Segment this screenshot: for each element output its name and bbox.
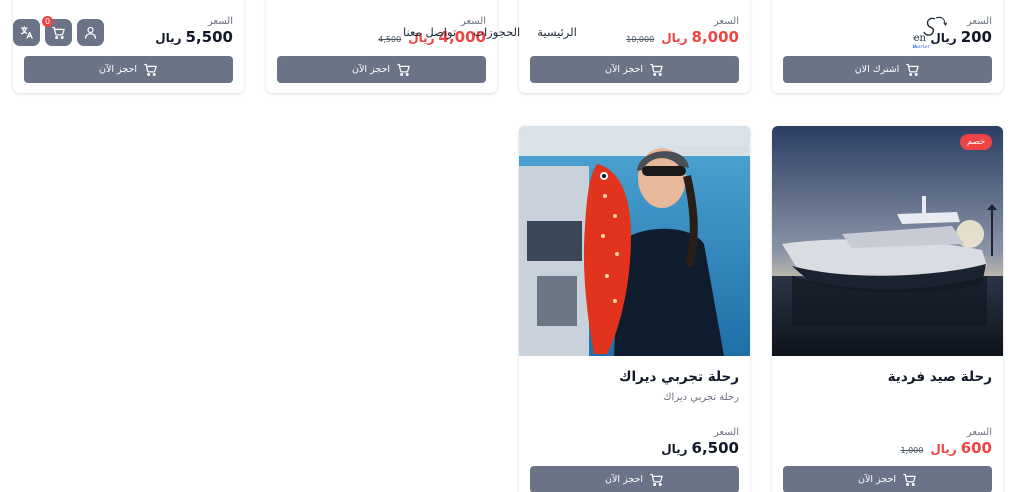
cart-icon <box>906 63 920 77</box>
book-now-button[interactable]: احجز الآن <box>783 466 992 492</box>
old-price: 4,500 <box>378 35 402 44</box>
cart-icon <box>52 26 65 40</box>
book-now-button[interactable]: احجز الآن <box>24 56 233 83</box>
cart-icon <box>144 63 157 77</box>
riyal-icon: ريال <box>661 31 688 45</box>
price-row: 6,500 ريال <box>661 439 739 457</box>
discount-badge: خصم <box>960 134 993 150</box>
product-card: رحلة تجربي ديراك رحلة تجربي ديراك السعر … <box>519 126 750 492</box>
price-value: 600 <box>960 439 992 457</box>
product-card: السعر 5,500 ريال احجز الآن <box>13 0 244 93</box>
old-price: 10,000 <box>626 35 655 44</box>
cart-icon <box>650 473 663 487</box>
price-label: السعر <box>966 16 992 27</box>
card-title[interactable]: رحلة تجربي ديراك <box>619 369 739 385</box>
cart-icon <box>650 63 663 77</box>
header-actions: 0 <box>13 16 104 46</box>
price-value: 200 <box>960 28 992 46</box>
book-now-button[interactable]: احجز الآن <box>530 466 739 492</box>
cart-icon <box>903 473 916 487</box>
product-card: السعر 4,000 ريال 4,500 احجز الآن <box>266 0 497 93</box>
price-value: 5,500 <box>185 28 233 46</box>
nav-bookings[interactable]: الحجوزات <box>473 25 520 39</box>
button-label: اشترك الان <box>854 64 900 75</box>
price-row: 8,000 ريال 10,000 <box>626 28 739 46</box>
cart-icon <box>397 63 410 77</box>
language-button[interactable] <box>13 19 40 46</box>
book-now-button[interactable]: احجز الآن <box>277 56 486 83</box>
riyal-icon: ريال <box>155 31 182 45</box>
old-price: 1,000 <box>900 446 924 455</box>
product-card: السعر 200 ريال اشترك الان <box>772 0 1003 93</box>
cart-count-badge: 0 <box>42 16 53 27</box>
riyal-icon: ريال <box>930 442 957 456</box>
riyal-icon: ريال <box>661 442 688 456</box>
button-label: احجز الآن <box>858 474 896 485</box>
price-value: 8,000 <box>691 28 739 46</box>
button-label: احجز الآن <box>605 474 643 485</box>
cart-button[interactable]: 0 <box>42 16 72 46</box>
button-label: احجز الآن <box>605 64 643 75</box>
site-logo[interactable]: Se ven Seas Charter <box>913 15 953 49</box>
svg-text:Charter: Charter <box>913 44 931 49</box>
svg-text:ven: ven <box>913 33 927 44</box>
price-label: السعر <box>713 427 739 438</box>
button-label: احجز الآن <box>352 64 390 75</box>
button-label: احجز الآن <box>99 64 137 75</box>
boat-photo[interactable] <box>772 126 1003 356</box>
product-card: السعر 8,000 ريال 10,000 احجز الآن <box>519 0 750 93</box>
price-label: السعر <box>966 427 992 438</box>
card-title[interactable]: رحلة صيد فردية <box>888 369 992 385</box>
user-icon <box>84 26 97 39</box>
product-card: خصم رحلة صيد فردية السعر 600 ريال 1,000 … <box>772 126 1003 492</box>
subscribe-button[interactable]: اشترك الان <box>783 56 992 83</box>
price-row: 5,500 ريال <box>155 28 233 46</box>
price-label: السعر <box>207 16 233 27</box>
nav-contact[interactable]: تواصل معنا <box>403 25 456 39</box>
account-button[interactable] <box>77 19 104 46</box>
book-now-button[interactable]: احجز الآن <box>530 56 739 83</box>
price-row: 600 ريال 1,000 <box>900 439 992 457</box>
fishing-photo[interactable] <box>519 126 750 356</box>
card-description: رحلة تجربي ديراك <box>663 392 739 403</box>
nav-home[interactable]: الرئيسية <box>537 25 577 39</box>
price-value: 6,500 <box>691 439 739 457</box>
translate-icon <box>20 26 33 39</box>
price-label: السعر <box>713 16 739 27</box>
main-nav: الرئيسية الحجوزات تواصل معنا <box>403 25 577 39</box>
